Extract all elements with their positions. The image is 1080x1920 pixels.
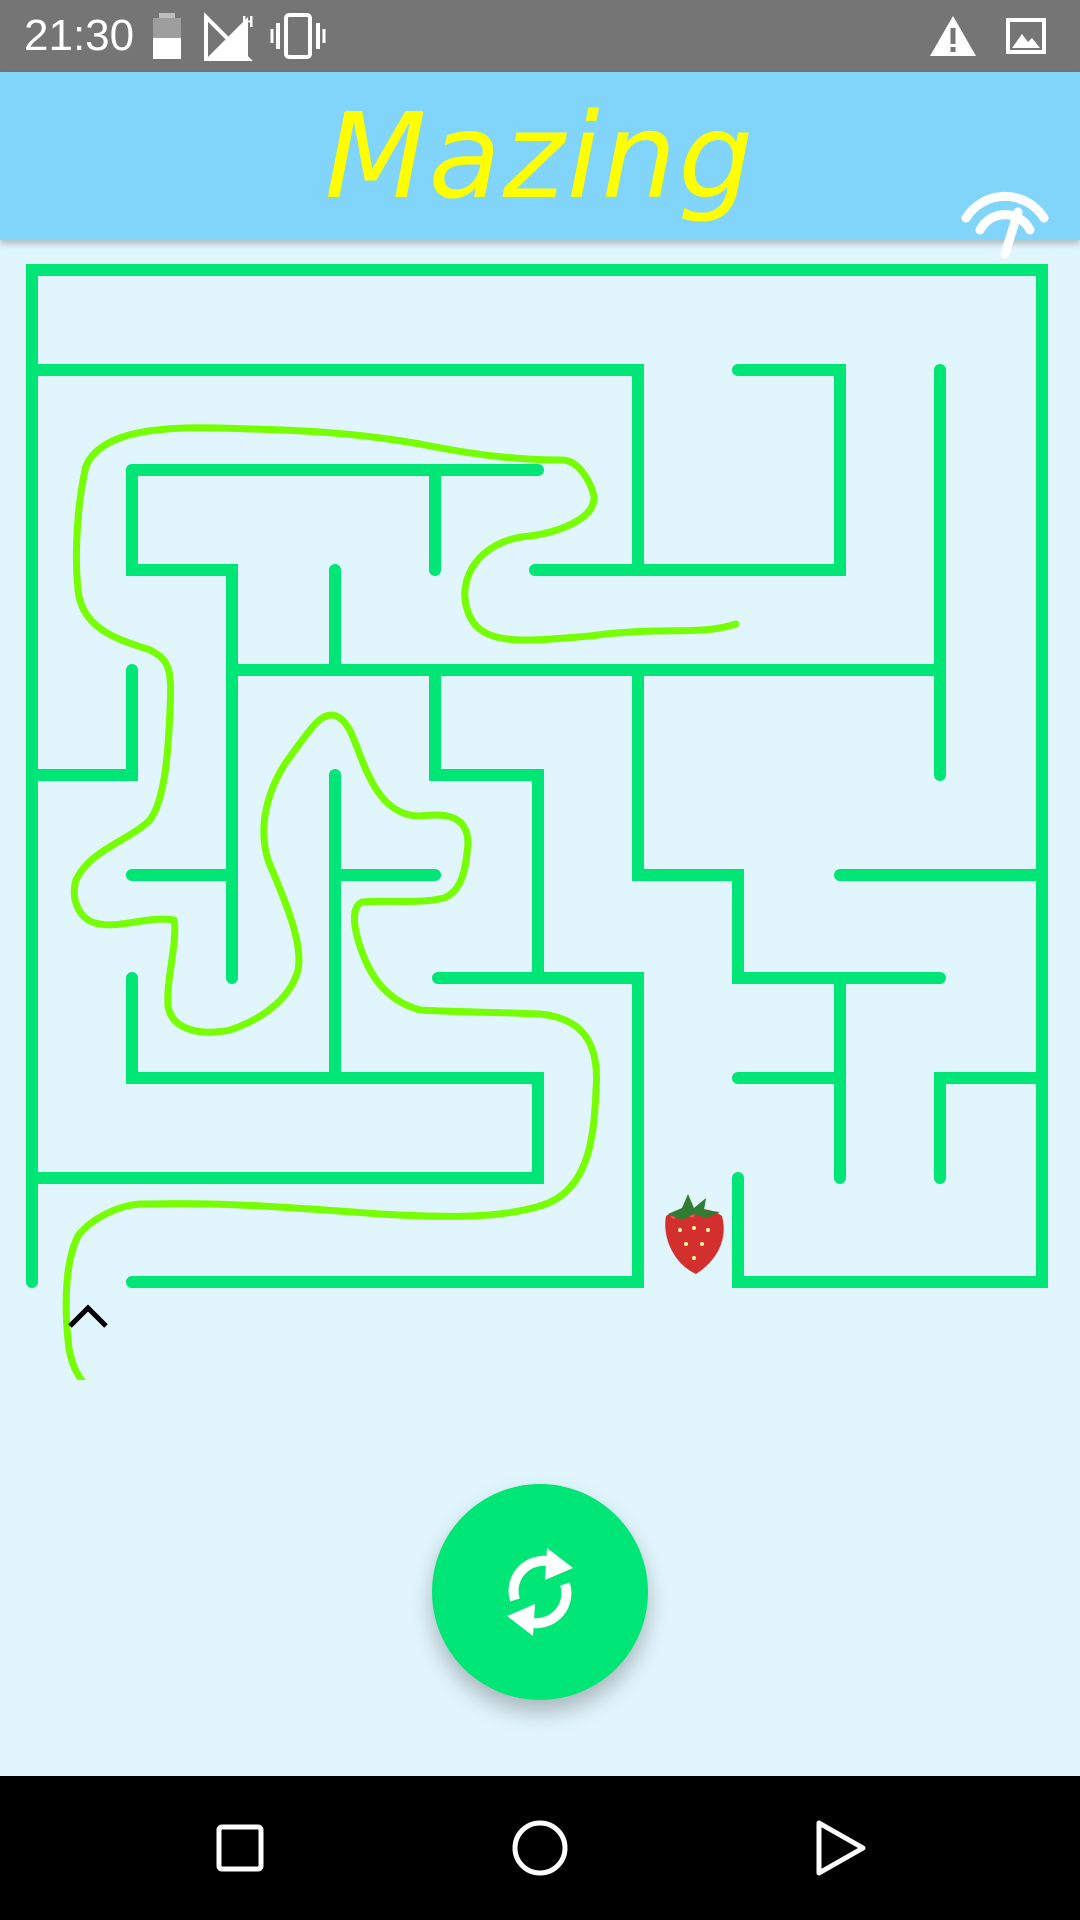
vibrate-icon (270, 0, 326, 72)
refresh-button[interactable] (432, 1484, 648, 1700)
app-title: Mazing (324, 87, 756, 225)
warning-icon (928, 0, 978, 72)
strawberry-icon (654, 1188, 734, 1282)
recents-square-icon[interactable] (190, 1798, 290, 1898)
battery-icon (150, 0, 184, 72)
maze-board[interactable] (0, 240, 1080, 1390)
navigation-bar (0, 1776, 1080, 1920)
caret-up-icon (66, 1300, 110, 1334)
signal-h-icon: H (204, 0, 260, 72)
back-triangle-icon[interactable] (790, 1798, 890, 1898)
app-bar: Mazing (0, 72, 1080, 259)
svg-text:H: H (242, 14, 254, 31)
image-icon (1006, 0, 1046, 72)
refresh-icon (507, 1548, 573, 1636)
maze-walls (26, 264, 1048, 1288)
home-circle-icon[interactable] (490, 1798, 590, 1898)
status-time: 21:30 (24, 11, 135, 60)
status-bar: 21:30 H (0, 0, 1080, 72)
